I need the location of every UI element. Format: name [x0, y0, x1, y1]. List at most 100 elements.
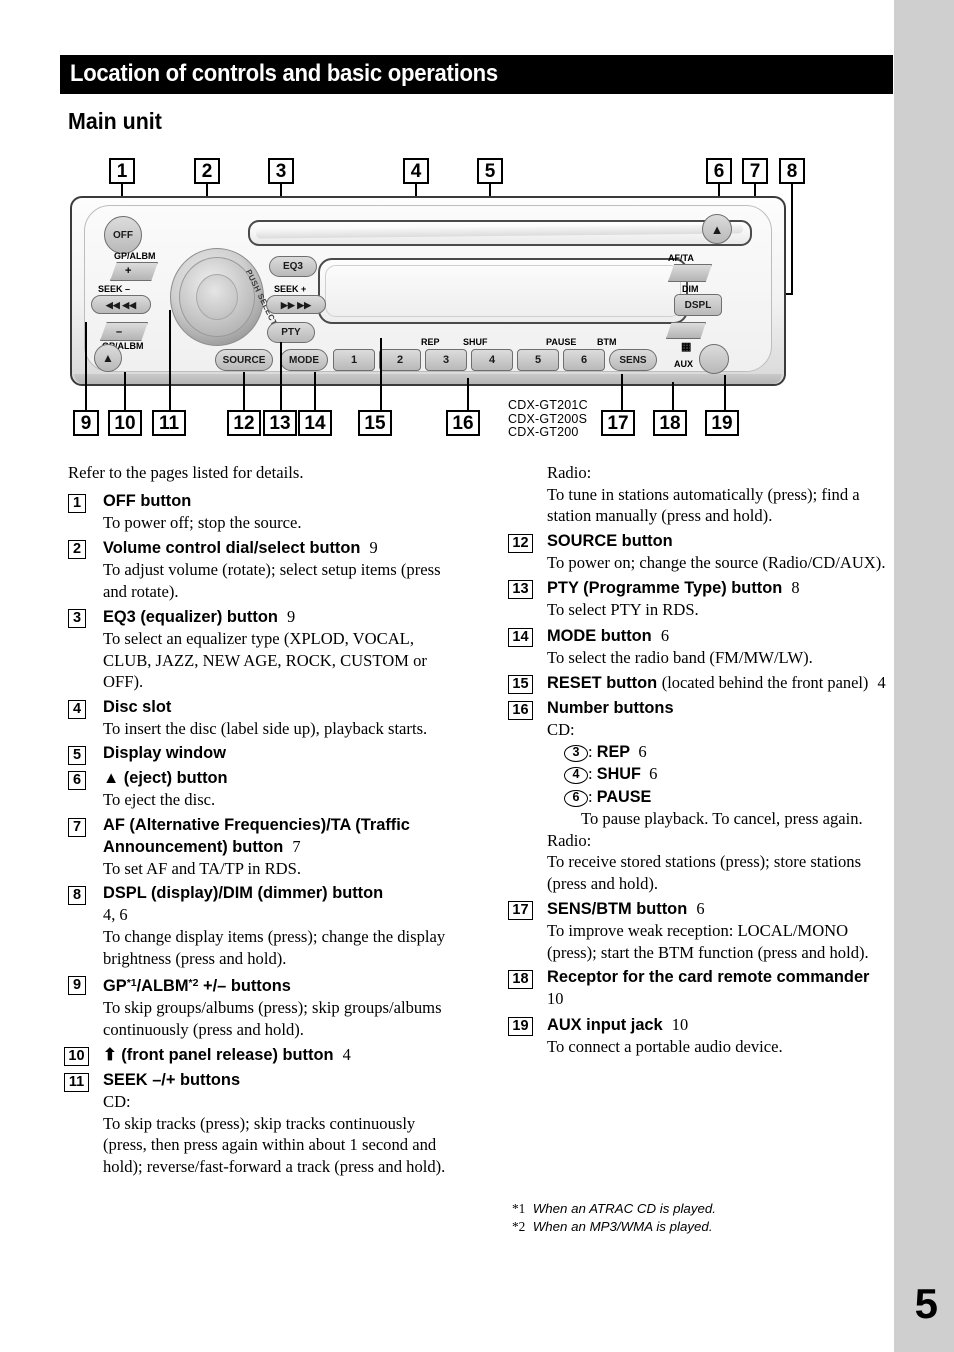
- pty-button[interactable]: PTY: [267, 322, 315, 343]
- item-number: 5: [68, 746, 86, 765]
- item-number: 2: [68, 540, 86, 559]
- number-button-1[interactable]: 1: [333, 349, 375, 371]
- right-text-column: Radio: To tune in stations automatically…: [508, 462, 892, 1062]
- shuf-label: SHUF: [463, 337, 488, 347]
- callout-10: 10: [108, 410, 142, 436]
- footnotes: *1 When an ATRAC CD is played. *2 When a…: [512, 1200, 892, 1235]
- number-key: 4: [564, 767, 588, 784]
- callout-10-leader: [124, 372, 126, 410]
- seek-plus-label: SEEK +: [274, 284, 307, 294]
- callout-9: 9: [73, 410, 99, 436]
- callout-16-leader: [467, 378, 469, 410]
- item-number: 12: [508, 533, 533, 553]
- seek-minus-label: SEEK –: [98, 284, 131, 294]
- item-description: To power on; change the source (Radio/CD…: [547, 552, 886, 572]
- gp-albm-top-label: GP/ALBM: [114, 251, 156, 261]
- eq3-button[interactable]: EQ3: [269, 256, 317, 277]
- number-entry-label: PAUSE: [596, 787, 652, 806]
- callout-19-leader: [724, 375, 726, 410]
- footnote-row: *1 When an ATRAC CD is played.: [512, 1200, 892, 1218]
- callout-16: 16: [446, 410, 480, 436]
- callout-11-leader: [169, 310, 171, 410]
- item-title: Display window: [103, 744, 226, 762]
- item-number: 3: [68, 609, 86, 628]
- callout-13-leader: [280, 342, 282, 410]
- seek-plus-button[interactable]: ▶▶ ▶▶: [266, 295, 326, 314]
- item-number: 14: [508, 627, 533, 647]
- number-entry: 6: PAUSE: [564, 786, 892, 809]
- number-entry-page: 6: [649, 764, 658, 783]
- number-button-2[interactable]: 2: [379, 349, 421, 371]
- unit-base: [74, 374, 782, 384]
- number-button-3[interactable]: 3: [425, 349, 467, 371]
- list-item: 1 OFF button To power off; stop the sour…: [68, 491, 448, 534]
- item-number: 7: [68, 817, 86, 837]
- front-panel-release-button[interactable]: ▲: [94, 344, 122, 372]
- item-description: To eject the disc.: [103, 790, 216, 809]
- list-item: 16 Number buttons CD: 3: REP 6 4: SHUF 6…: [508, 698, 892, 894]
- callout-7: 7: [742, 158, 768, 184]
- callout-11: 11: [152, 410, 186, 436]
- item-description: To select PTY in RDS.: [547, 600, 699, 619]
- volume-control-dial[interactable]: [170, 248, 264, 346]
- item-description-mode: Radio:: [547, 463, 592, 482]
- item-description: To tune in stations automatically (press…: [547, 484, 860, 526]
- item-description-mode: CD:: [547, 720, 575, 739]
- number-entry: 3: REP 6: [564, 741, 892, 764]
- item-description-mode: Radio:: [547, 830, 592, 850]
- footnote-text: When an ATRAC CD is played.: [532, 1201, 716, 1216]
- item-title: ⬆ (front panel release) button 4: [103, 1045, 351, 1064]
- gp-albm-plus-button[interactable]: [110, 262, 158, 281]
- gp-albm-minus-button[interactable]: [100, 322, 148, 341]
- pause-label: PAUSE: [546, 337, 577, 347]
- number-entry-label: SHUF: [596, 765, 641, 783]
- page-number: 5: [914, 1280, 938, 1327]
- list-item: 10 ⬆ (front panel release) button 4: [64, 1044, 448, 1066]
- item-title: MODE button 6: [547, 625, 670, 645]
- list-item: 2 Volume control dial/select button 9 To…: [68, 537, 448, 602]
- list-item: 18 Receptor for the card remote commande…: [508, 967, 892, 1010]
- source-button[interactable]: SOURCE: [215, 349, 273, 371]
- footnote-row: *2 When an MP3/WMA is played.: [512, 1218, 892, 1236]
- item-description: To select the radio band (FM/MW/LW).: [547, 647, 813, 667]
- gp-albm-minus-glyph: –: [116, 326, 123, 338]
- item-description: To skip groups/albums (press); skip grou…: [103, 998, 442, 1039]
- remote-receptor-button[interactable]: [666, 322, 706, 339]
- seek-minus-button[interactable]: ◀◀ ◀◀: [91, 295, 151, 314]
- list-item: 17 SENS/BTM button 6 To improve weak rec…: [508, 898, 892, 963]
- list-item: 6 ▲ (eject) button To eject the disc.: [68, 768, 448, 811]
- mode-button[interactable]: MODE: [280, 349, 328, 371]
- list-item: 11 SEEK –/+ buttons CD: To skip tracks (…: [64, 1070, 448, 1177]
- callout-2: 2: [194, 158, 220, 184]
- callout-17: 17: [601, 410, 635, 436]
- callout-17-leader: [621, 374, 623, 410]
- item-description: To insert the disc (label side up), play…: [103, 718, 428, 738]
- number-entry-label: REP: [596, 742, 631, 761]
- list-item: 3 EQ3 (equalizer) button 9 To select an …: [68, 606, 448, 693]
- off-button[interactable]: OFF: [104, 216, 142, 254]
- dspl-dim-button[interactable]: DSPL: [674, 294, 722, 316]
- number-button-4[interactable]: 4: [471, 349, 513, 371]
- item-number: 8: [68, 886, 86, 905]
- sens-btm-button[interactable]: SENS: [609, 349, 657, 371]
- item-title: AUX input jack 10: [547, 1015, 689, 1034]
- callout-9-leader: [85, 322, 87, 410]
- list-item: 4 Disc slot To insert the disc (label si…: [68, 697, 448, 740]
- dim-label: DIM: [682, 284, 699, 294]
- number-button-5[interactable]: 5: [517, 349, 559, 371]
- number-button-6[interactable]: 6: [563, 349, 605, 371]
- aux-label: AUX: [674, 359, 694, 369]
- aux-input-jack[interactable]: [699, 344, 729, 374]
- remote-receptor-icon: ▦: [681, 341, 692, 353]
- display-window: [318, 258, 688, 324]
- item-title: DSPL (display)/DIM (dimmer) button 4, 6: [103, 884, 384, 924]
- number-entry-note: To pause playback. To cancel, press agai…: [581, 809, 863, 828]
- eject-button[interactable]: ▲: [702, 214, 732, 244]
- af-ta-button[interactable]: [668, 264, 712, 282]
- callout-14: 14: [298, 410, 332, 436]
- item-description: To change display items (press); change …: [103, 927, 446, 968]
- disc-slot[interactable]: [248, 220, 752, 246]
- list-item-continuation: Radio: To tune in stations automatically…: [512, 462, 892, 527]
- item-number: 11: [64, 1073, 89, 1092]
- item-number: 4: [68, 699, 86, 719]
